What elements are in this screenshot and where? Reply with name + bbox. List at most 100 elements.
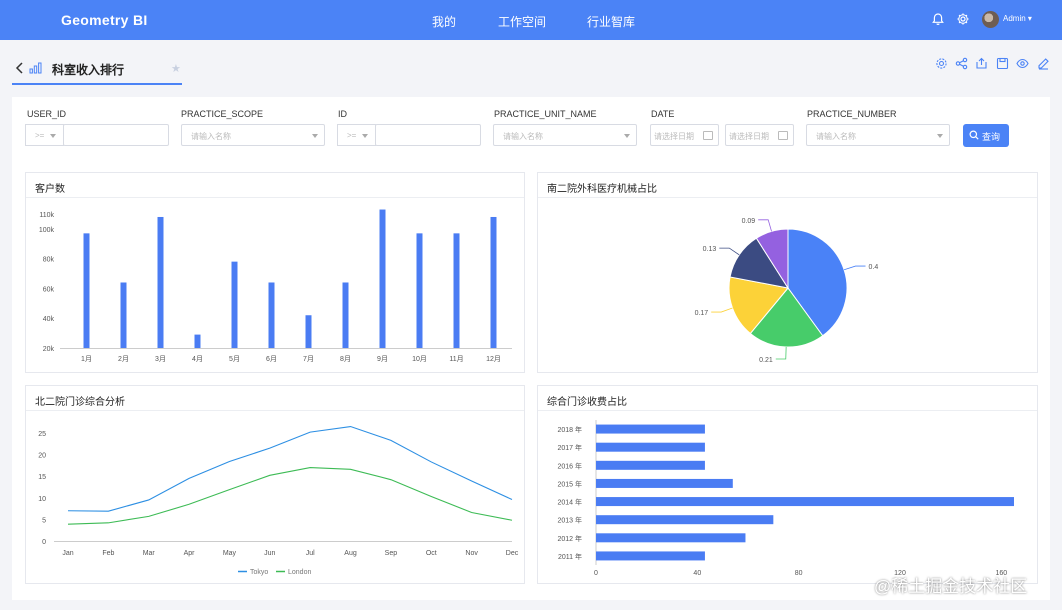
y-tick-label: 110k <box>39 212 54 219</box>
y-tick-label: 40k <box>43 316 55 323</box>
outpatient-analysis-card: 北二院门诊综合分析 0 5 10 15 20 25 Jan Feb Mar Apr May Jun Ju… <box>25 385 525 584</box>
series-line-london <box>67 467 513 525</box>
pie-label: 0.21 <box>759 357 773 364</box>
pie-label: 0.17 <box>695 310 709 317</box>
gear-icon[interactable] <box>956 12 970 26</box>
y-tick-label: 0 <box>42 539 46 546</box>
eye-icon[interactable] <box>1016 57 1029 70</box>
x-tick-label: 1月 <box>81 355 92 363</box>
hbar-2016 年 <box>596 460 705 470</box>
bell-icon[interactable] <box>931 12 945 26</box>
y-tick-label: 15 <box>38 474 46 481</box>
edit-icon[interactable] <box>1037 57 1050 70</box>
bar-9月 <box>379 209 386 348</box>
page-tab-title[interactable]: 科室收入排行 <box>52 61 124 78</box>
pie-label: 0.09 <box>742 218 756 225</box>
watermark-text: @稀土掘金技术社区 <box>874 577 1028 596</box>
calendar-icon <box>703 131 713 140</box>
x-tick-label: 5月 <box>229 355 240 363</box>
x-tick-label: 7月 <box>303 355 314 363</box>
y-tick-label: 5 <box>42 517 46 524</box>
x-tick-label: 10月 <box>412 355 427 363</box>
legend-label: Tokyo <box>250 569 268 576</box>
hbar-2017 年 <box>596 442 705 452</box>
filter-label-practice-number: PRACTICE_NUMBER <box>807 109 897 119</box>
bar-7月 <box>305 315 312 348</box>
hbar-2012 年 <box>596 533 746 543</box>
x-tick-label: 6月 <box>266 355 277 363</box>
hbar-2014 年 <box>596 497 1014 507</box>
y-tick-label: 2018 年 <box>557 425 582 434</box>
share-icon[interactable] <box>955 57 968 70</box>
practice-scope-select[interactable]: 请输入名称 <box>181 124 325 146</box>
practice-unit-name-select[interactable]: 请输入名称 <box>493 124 637 146</box>
bar-5月 <box>231 261 238 348</box>
nav-item-workspace[interactable]: 工作空间 <box>498 13 546 30</box>
user-id-operator-select[interactable]: >= <box>25 124 64 146</box>
top-navigation-bar: Geometry BI 我的 工作空间 行业智库 Admin ▾ <box>0 0 1062 40</box>
date-end-picker[interactable]: 请选择日期 <box>725 124 794 146</box>
search-icon <box>969 130 979 140</box>
pie-label-line <box>775 346 787 360</box>
id-input[interactable] <box>375 124 481 146</box>
filter-label-practice-scope: PRACTICE_SCOPE <box>181 109 264 119</box>
bar-1月 <box>83 233 90 348</box>
x-tick-label: 8月 <box>340 355 351 363</box>
x-tick-label: 3月 <box>155 355 166 363</box>
hbar-2011 年 <box>596 551 705 561</box>
y-tick-label: 2015 年 <box>557 479 582 488</box>
bar-8月 <box>342 282 349 348</box>
series-line-tokyo <box>67 425 513 512</box>
active-tab-indicator <box>12 83 182 85</box>
hbar-2013 年 <box>596 515 774 525</box>
nav-item-mine[interactable]: 我的 <box>432 13 456 30</box>
back-arrow-icon[interactable] <box>14 61 26 75</box>
nav-item-industry-think-tank[interactable]: 行业智库 <box>587 13 635 30</box>
y-tick-label: 100k <box>39 227 55 234</box>
x-tick-label: Jul <box>306 550 315 557</box>
star-icon[interactable]: ★ <box>171 62 181 75</box>
surgical-equipment-card: 南二院外科医疗机械占比 0.4 0.21 0.17 0.13 0.09 <box>537 172 1038 373</box>
chart-title: 南二院外科医疗机械占比 <box>547 184 657 195</box>
date-start-picker[interactable]: 请选择日期 <box>650 124 719 146</box>
chart-title: 综合门诊收费占比 <box>547 397 627 408</box>
export-icon[interactable] <box>975 57 988 70</box>
x-tick-label: Sep <box>385 550 398 557</box>
y-tick-label: 25 <box>38 431 46 438</box>
settings-icon[interactable] <box>935 57 948 70</box>
y-tick-label: 20k <box>43 346 55 353</box>
y-tick-label: 2017 年 <box>557 443 582 452</box>
user-menu-label[interactable]: Admin ▾ <box>1003 14 1032 23</box>
legend-label: London <box>288 569 311 576</box>
x-tick-label: 0 <box>594 570 598 577</box>
brand-logo-text[interactable]: Geometry BI <box>61 12 148 28</box>
filter-label-date: DATE <box>651 109 675 119</box>
pie-label-line <box>719 247 740 256</box>
pie-label: 0.13 <box>703 246 717 253</box>
x-tick-label: Oct <box>426 550 437 557</box>
x-tick-label: 2月 <box>118 355 129 363</box>
x-tick-label: Feb <box>102 550 114 557</box>
pie-label-line <box>711 307 733 313</box>
x-tick-label: Dec <box>506 550 519 557</box>
y-tick-label: 2012 年 <box>557 534 582 543</box>
id-operator-select[interactable]: >= <box>337 124 376 146</box>
chevron-down-icon <box>312 134 318 138</box>
query-button[interactable]: 查询 <box>963 124 1009 147</box>
hbar-2018 年 <box>596 424 705 434</box>
x-tick-label: Jun <box>264 550 275 557</box>
bar-chart-icon <box>29 62 42 74</box>
pie-label-line <box>843 265 866 271</box>
practice-number-select[interactable]: 请输入名称 <box>806 124 950 146</box>
customer-count-card: 客户数 20k 40k 60k 80k 100k 110k 1月 2月 3月 4月 5月 6月 7月 8月… <box>25 172 525 373</box>
chevron-down-icon <box>362 134 368 138</box>
customer-count-bar-chart: 20k 40k 60k 80k 100k 110k 1月 2月 3月 4月 5月 6月 7月 8月 9月 10… <box>39 209 512 363</box>
filter-label-user-id: USER_ID <box>27 109 67 119</box>
user-id-input[interactable] <box>63 124 169 146</box>
y-tick-label: 80k <box>43 257 55 264</box>
bar-6月 <box>268 282 275 348</box>
save-icon[interactable] <box>996 57 1009 70</box>
bar-3月 <box>157 216 164 348</box>
chevron-down-icon <box>937 134 943 138</box>
user-avatar[interactable] <box>982 11 999 28</box>
